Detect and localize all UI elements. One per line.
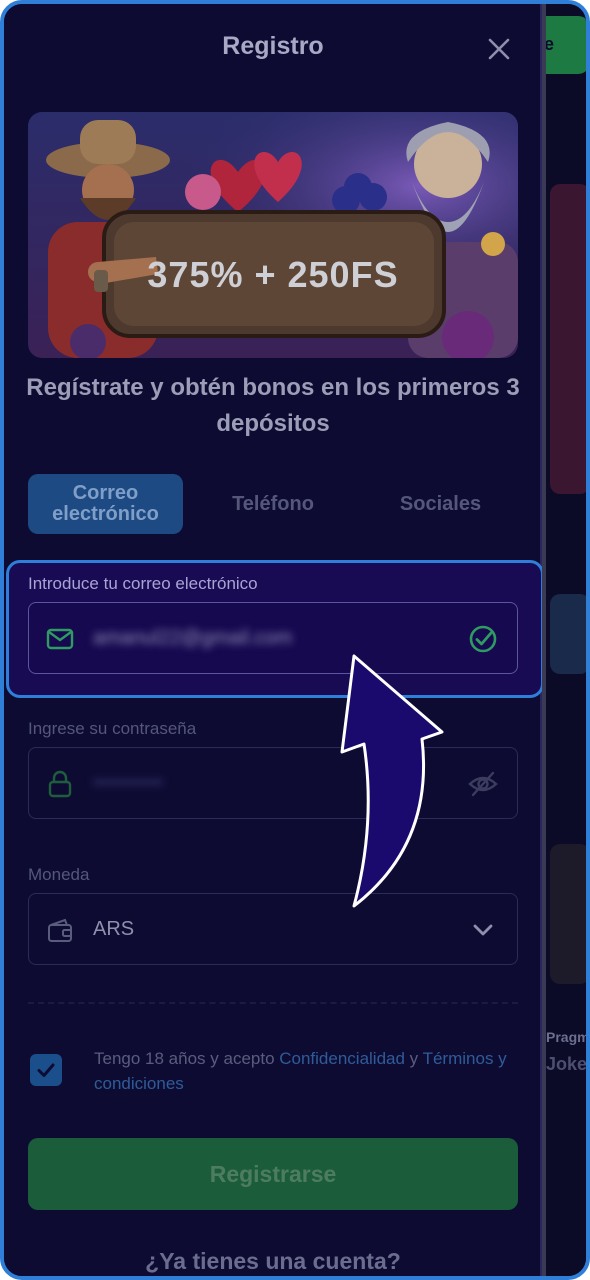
annotation-arrow-icon: [340, 654, 444, 908]
currency-value: ARS: [93, 918, 135, 940]
background-app: e Pragm Joke: [544, 4, 590, 1276]
section-divider: [28, 1002, 518, 1004]
background-game-tile: [550, 184, 586, 494]
password-label: Ingrese su contraseña: [28, 719, 197, 738]
registration-modal: Registro 375% + 250FS Regístrate y obtén…: [4, 4, 544, 1276]
email-value: amanul22@gmail.com: [93, 627, 293, 649]
background-green-button: e: [544, 16, 586, 74]
consent-prefix: Tengo 18 años y acepto: [94, 1049, 280, 1068]
registration-method-tabs: Correo electrónico Teléfono Sociales: [28, 474, 518, 534]
wallet-icon: [48, 918, 72, 942]
close-icon[interactable]: [484, 34, 514, 64]
age-terms-checkbox[interactable]: [30, 1054, 62, 1086]
consent-conjunction: y: [404, 1049, 423, 1068]
promo-banner-text: 375% + 250FS: [147, 254, 399, 295]
eye-off-icon[interactable]: [467, 768, 499, 800]
background-game-tile: [550, 594, 586, 674]
tab-phone[interactable]: Teléfono: [198, 474, 348, 534]
promo-banner-art: [28, 112, 518, 358]
password-value: ••••••••••: [93, 772, 164, 794]
checkmark-icon: [37, 1063, 55, 1077]
promo-headline: Regístrate y obtén bonos en los primeros…: [26, 374, 520, 437]
screen-frame: e Pragm Joke Registro 375% + 250FS Regís…: [0, 0, 590, 1280]
chevron-down-icon: [473, 924, 493, 936]
tab-social[interactable]: Sociales: [363, 474, 518, 534]
modal-scrollbar[interactable]: [542, 4, 546, 1276]
mail-icon: [46, 628, 74, 650]
tab-email[interactable]: Correo electrónico: [28, 474, 183, 534]
background-text: Joke: [546, 1054, 588, 1074]
register-button[interactable]: Registrarse: [28, 1138, 518, 1210]
background-game-tile: [550, 844, 586, 984]
background-text: Pragm: [546, 1029, 590, 1045]
promo-banner[interactable]: 375% + 250FS: [28, 112, 518, 358]
check-circle-icon: [469, 625, 497, 653]
consent-text: Tengo 18 años y acepto Confidencialidad …: [94, 1046, 514, 1096]
privacy-link[interactable]: Confidencialidad: [279, 1049, 405, 1068]
modal-title: Registro: [222, 32, 324, 60]
currency-label: Moneda: [28, 865, 90, 884]
email-label: Introduce tu correo electrónico: [28, 574, 258, 593]
have-account-link[interactable]: ¿Ya tienes una cuenta?: [4, 1248, 542, 1275]
lock-icon: [48, 770, 72, 798]
